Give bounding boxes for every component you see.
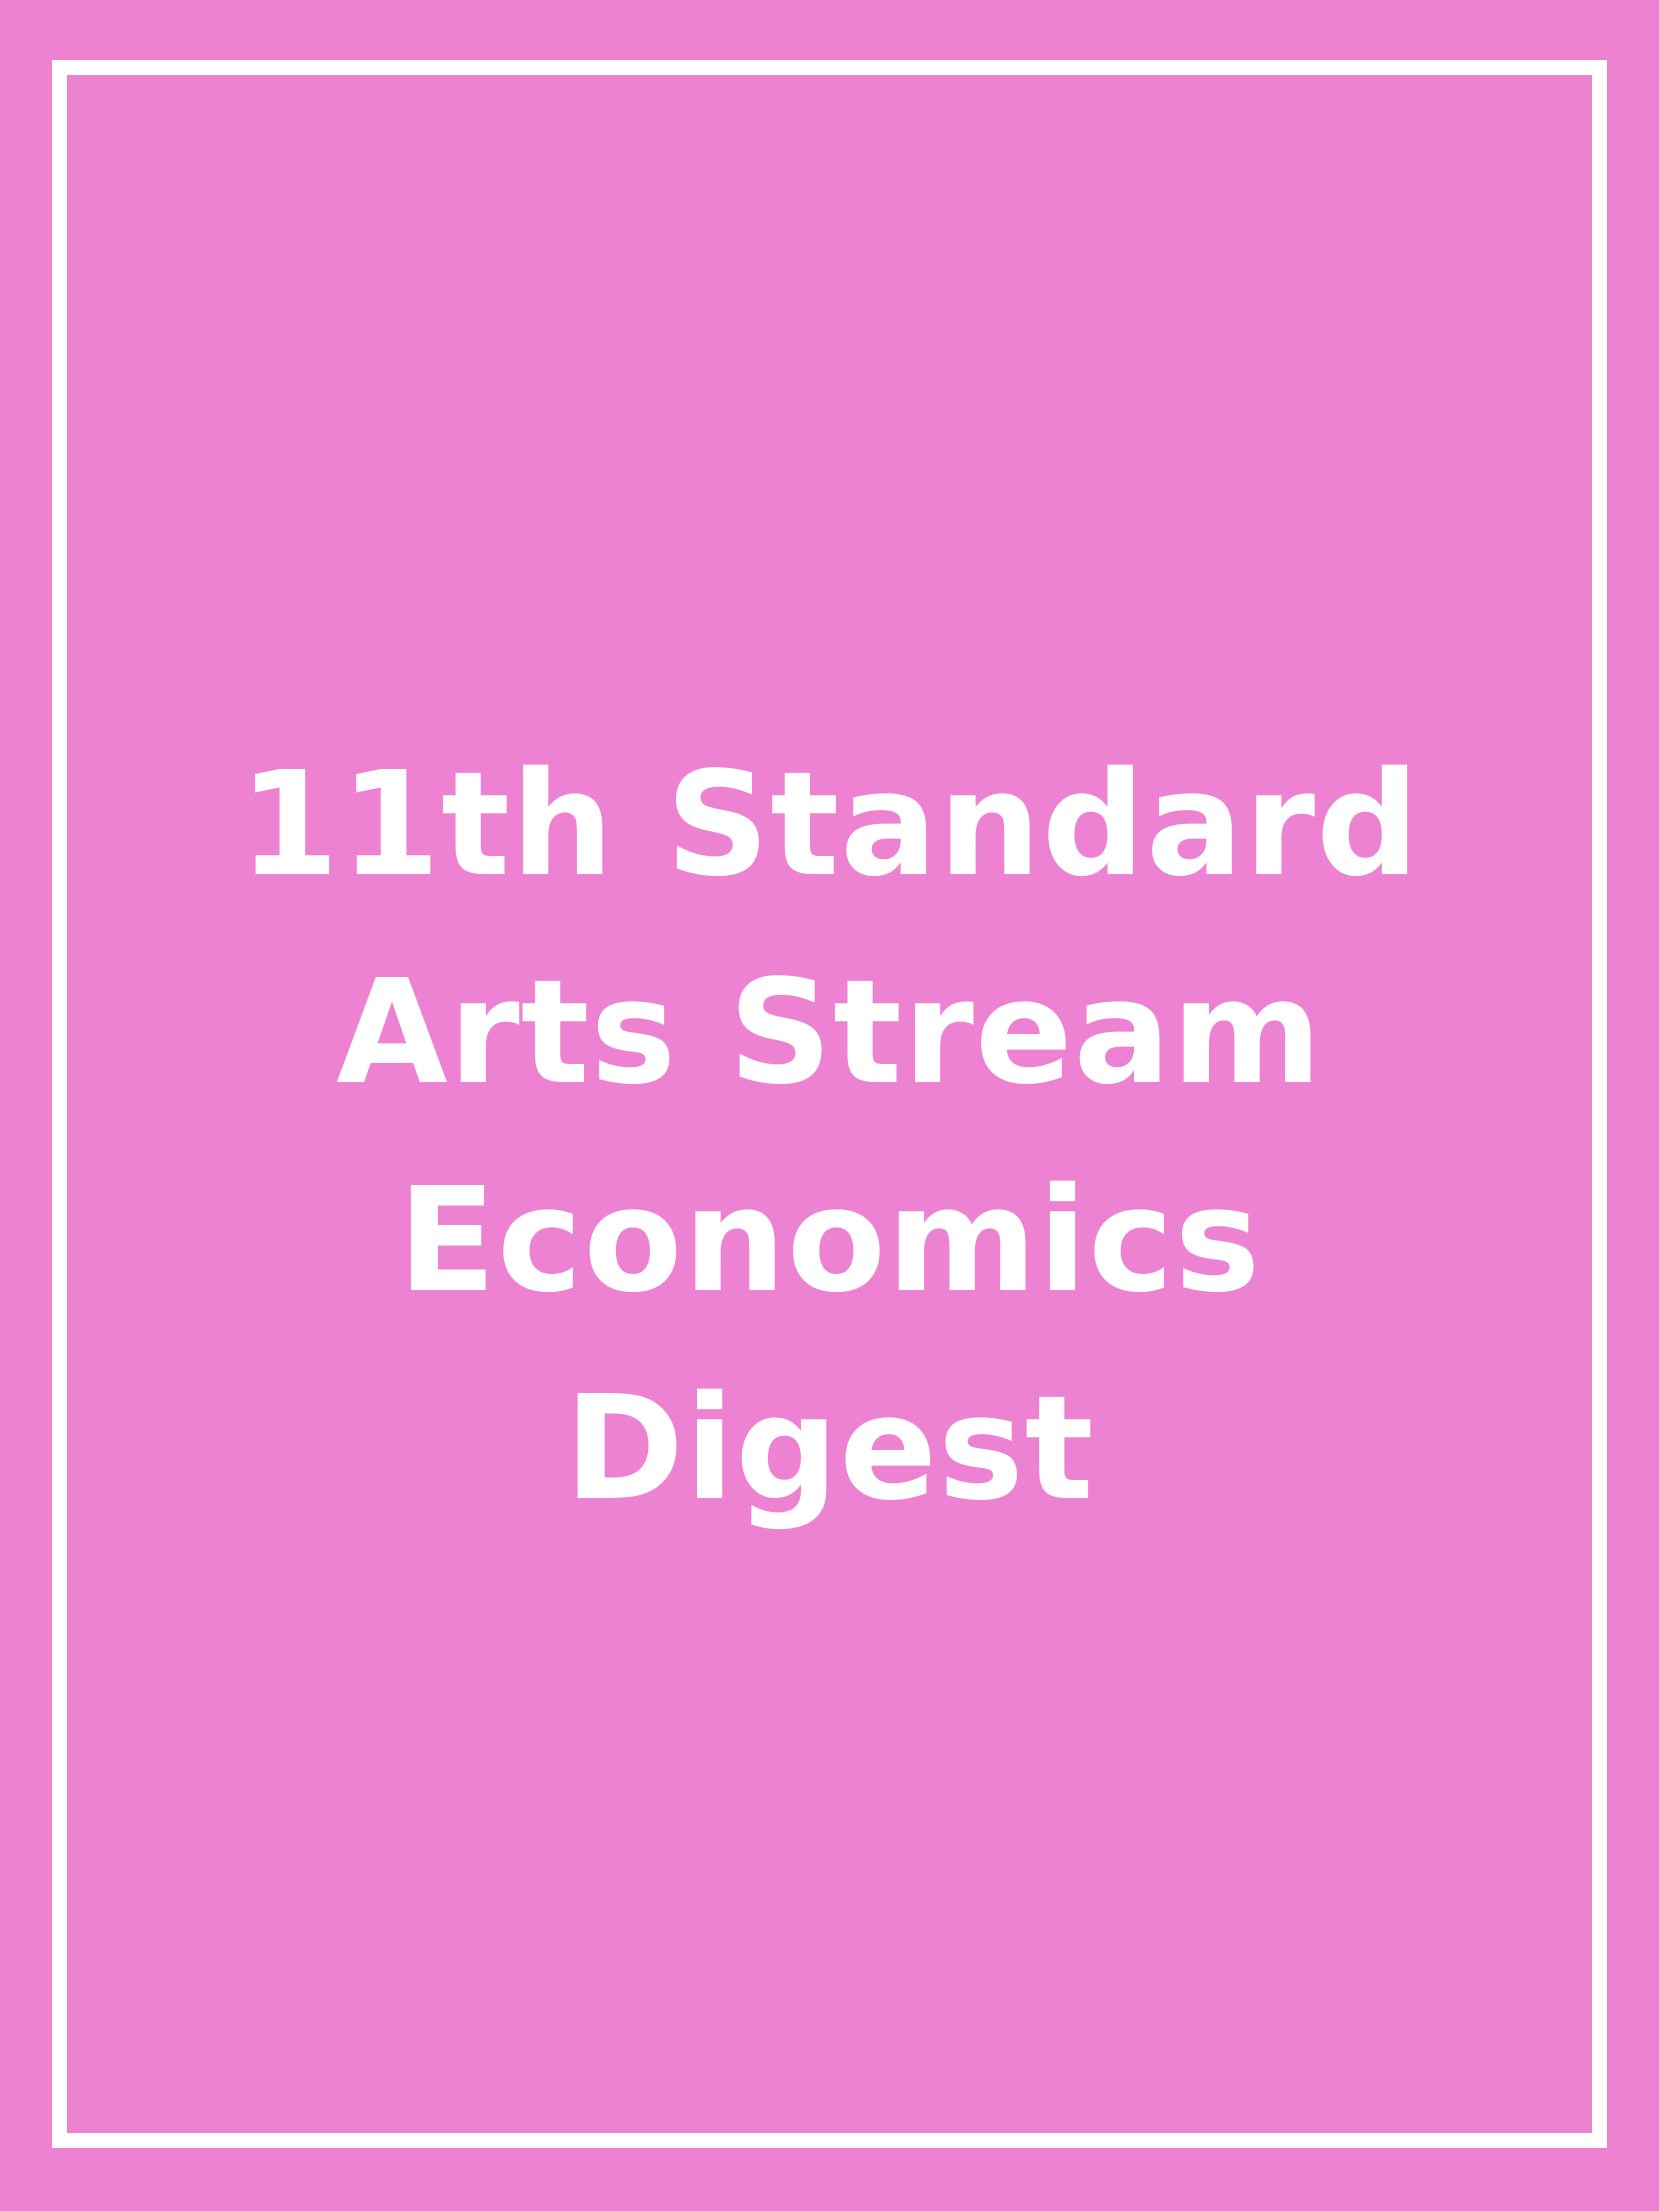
title-line-stream: Arts Stream [336, 948, 1323, 1116]
title-line-standard: 11th Standard [238, 740, 1421, 908]
title-line-digest: Digest [564, 1364, 1095, 1532]
title-line-subject: Economics [397, 1156, 1262, 1324]
cover-title: 11th Standard Arts Stream Economics Dige… [0, 720, 1659, 1552]
